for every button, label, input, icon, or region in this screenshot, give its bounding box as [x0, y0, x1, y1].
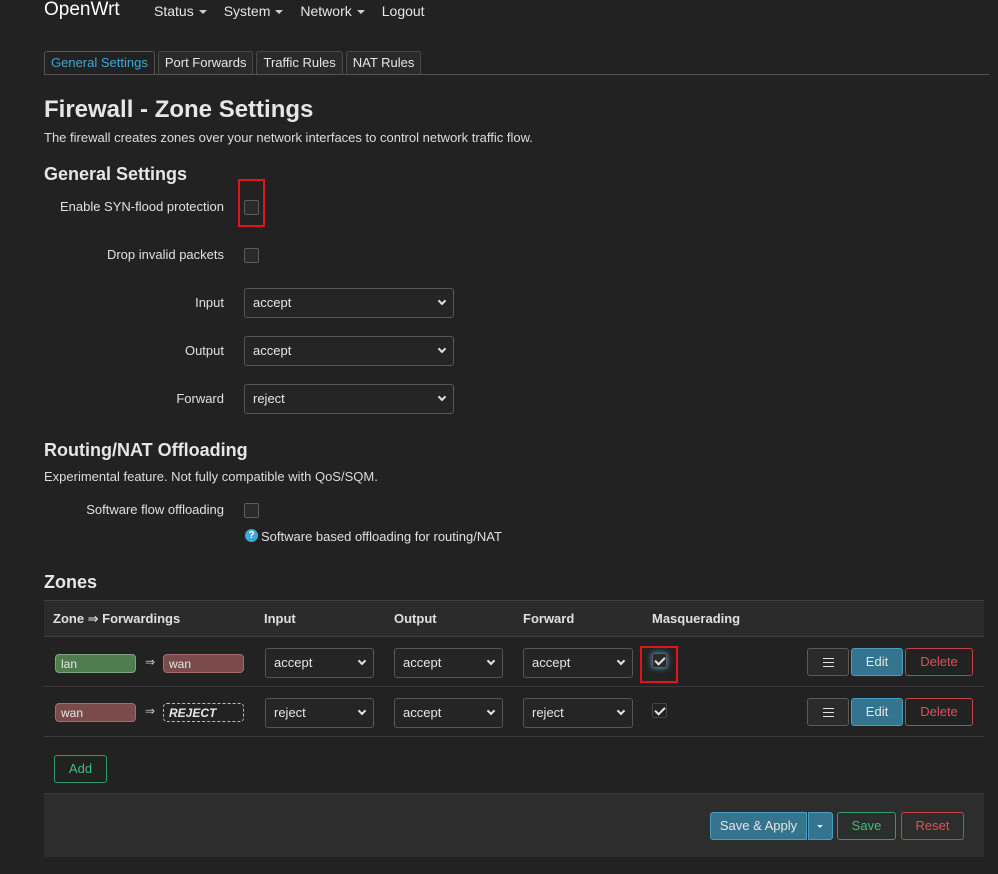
save-button[interactable]: Save: [837, 812, 896, 840]
chevron-down-icon: [357, 706, 367, 716]
main-nav: Status System Network Logout: [154, 3, 442, 19]
tab-bar: General Settings Port Forwards Traffic R…: [44, 51, 424, 75]
syn-flood-checkbox[interactable]: [244, 200, 259, 215]
chevron-down-icon: [616, 706, 626, 716]
hamburger-menu-icon: [822, 658, 834, 668]
nav-logout[interactable]: Logout: [382, 3, 425, 19]
tab-traffic-rules[interactable]: Traffic Rules: [256, 51, 343, 75]
save-apply-dropdown-button[interactable]: [808, 812, 833, 840]
offloading-description: Experimental feature. Not fully compatib…: [44, 469, 378, 484]
add-zone-button[interactable]: Add: [54, 755, 107, 783]
forward-arrow: ⇒: [145, 655, 156, 669]
menu-button[interactable]: [807, 698, 849, 726]
chevron-down-icon: [486, 706, 496, 716]
zone-input-value: reject: [274, 705, 306, 720]
drop-invalid-checkbox[interactable]: [244, 248, 259, 263]
tab-divider: [44, 74, 989, 75]
page-title: Firewall - Zone Settings: [44, 96, 314, 123]
zones-table: Zone ⇒ Forwardings Input Output Forward …: [44, 600, 984, 738]
forward-policy-value: reject: [253, 391, 285, 406]
caret-down-icon: [198, 10, 207, 15]
forward-policy-select[interactable]: reject: [244, 384, 454, 414]
zone-input-select[interactable]: accept: [265, 648, 374, 678]
input-policy-label: Input: [195, 295, 224, 310]
table-row: lan ⇒ wan accept accept accept Edit Dele…: [44, 637, 984, 687]
chevron-down-icon: [437, 392, 447, 402]
input-policy-select[interactable]: accept: [244, 288, 454, 318]
brand-logo[interactable]: OpenWrt: [44, 0, 120, 21]
chevron-down-icon: [486, 656, 496, 666]
zone-badge-wan: wan: [55, 703, 136, 722]
nav-status-label: Status: [154, 3, 194, 19]
zone-output-select[interactable]: accept: [394, 698, 503, 728]
zone-input-select[interactable]: reject: [265, 698, 374, 728]
th-masquerading: Masquerading: [652, 611, 741, 626]
nav-logout-label: Logout: [381, 3, 425, 19]
nav-network-label: Network: [300, 3, 352, 19]
zones-table-header: Zone ⇒ Forwardings Input Output Forward …: [44, 600, 984, 637]
save-apply-button[interactable]: Save & Apply: [710, 812, 807, 840]
input-policy-value: accept: [253, 295, 292, 310]
software-flow-label: Software flow offloading: [86, 502, 224, 517]
general-settings-title: General Settings: [44, 164, 188, 184]
zone-badge-reject: REJECT: [163, 703, 244, 722]
hamburger-menu-icon: [822, 708, 834, 718]
th-input: Input: [264, 611, 296, 626]
zone-forward-select[interactable]: accept: [523, 648, 633, 678]
zone-output-value: accept: [403, 705, 442, 720]
drop-invalid-label: Drop invalid packets: [106, 247, 224, 262]
edit-button[interactable]: Edit: [851, 698, 903, 726]
chevron-down-icon: [616, 656, 626, 666]
zones-title: Zones: [44, 572, 98, 592]
masquerading-checkbox[interactable]: [652, 653, 667, 668]
tab-port-forwards[interactable]: Port Forwards: [157, 51, 254, 75]
tab-nat-rules[interactable]: NAT Rules: [345, 51, 422, 75]
delete-button[interactable]: Delete: [905, 648, 973, 676]
table-row: wan ⇒ REJECT reject accept reject Edit D…: [44, 687, 984, 737]
forward-policy-label: Forward: [176, 391, 224, 406]
chevron-down-icon: [437, 296, 447, 306]
menu-button[interactable]: [807, 648, 849, 676]
output-policy-value: accept: [253, 343, 292, 358]
offloading-title: Routing/NAT Offloading: [44, 440, 248, 460]
masquerading-checkbox[interactable]: [652, 703, 667, 718]
zone-forward-value: reject: [532, 705, 564, 720]
page-description: The firewall creates zones over your net…: [44, 130, 533, 145]
zone-output-select[interactable]: accept: [394, 648, 503, 678]
footer-actions-bar: Save & Apply Save Reset: [44, 793, 984, 857]
reset-button[interactable]: Reset: [901, 812, 964, 840]
caret-down-icon: [356, 10, 365, 15]
chevron-down-icon: [357, 656, 367, 666]
th-output: Output: [394, 611, 437, 626]
forward-arrow: ⇒: [145, 704, 156, 718]
delete-button[interactable]: Delete: [905, 698, 973, 726]
nav-status[interactable]: Status: [154, 3, 207, 19]
software-flow-checkbox[interactable]: [244, 503, 259, 518]
nav-network[interactable]: Network: [300, 3, 365, 19]
zone-output-value: accept: [403, 655, 442, 670]
nav-system[interactable]: System: [224, 3, 284, 19]
output-policy-select[interactable]: accept: [244, 336, 454, 366]
zone-input-value: accept: [274, 655, 313, 670]
caret-down-icon: [817, 825, 823, 828]
help-icon: ?: [245, 529, 258, 542]
zone-forward-value: accept: [532, 655, 571, 670]
top-header: OpenWrt Status System Network Logout: [0, 0, 998, 26]
tab-general-settings[interactable]: General Settings: [44, 51, 155, 75]
th-forward: Forward: [523, 611, 575, 626]
th-zone-forwardings: Zone ⇒ Forwardings: [53, 611, 181, 626]
chevron-down-icon: [437, 344, 447, 354]
caret-down-icon: [275, 10, 284, 15]
output-policy-label: Output: [184, 343, 224, 358]
zone-badge-lan: lan: [55, 654, 136, 673]
syn-flood-label: Enable SYN-flood protection: [59, 199, 224, 214]
nav-system-label: System: [223, 3, 271, 19]
software-flow-help: Software based offloading for routing/NA…: [261, 529, 502, 544]
zone-badge-wan: wan: [163, 654, 244, 673]
zone-forward-select[interactable]: reject: [523, 698, 633, 728]
edit-button[interactable]: Edit: [851, 648, 903, 676]
